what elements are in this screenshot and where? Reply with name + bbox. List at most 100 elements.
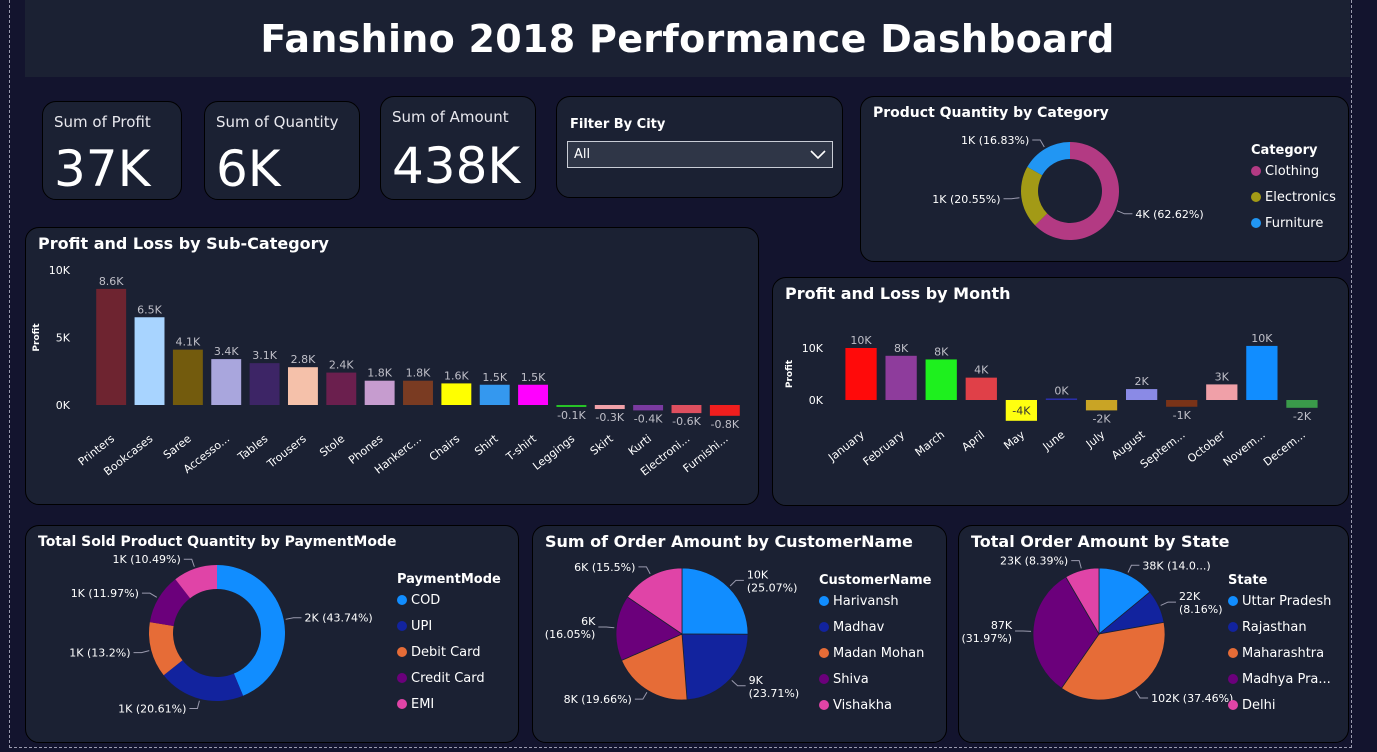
- leader-line: [1116, 210, 1133, 215]
- data-label: 10K (25.07%): [747, 568, 798, 594]
- kpi-card-amount[interactable]: Sum of Amount 438K: [380, 96, 536, 200]
- data-label: 0K: [1054, 384, 1069, 397]
- category-label: Septem...: [1138, 428, 1188, 471]
- legend-title: State: [1228, 573, 1268, 588]
- data-label: 4K: [974, 364, 989, 377]
- leader-line: [1032, 139, 1045, 148]
- legend-label: Madhav: [833, 619, 885, 635]
- leader-line: [183, 558, 195, 567]
- category-label: June: [1040, 428, 1068, 454]
- data-label: -0.4K: [634, 412, 663, 425]
- legend-item[interactable]: Furniture: [1251, 210, 1336, 236]
- y-tick-label: 5K: [56, 332, 71, 345]
- data-label: 23K (8.39%): [1000, 555, 1068, 568]
- chevron-down-icon: [810, 149, 826, 159]
- legend-item[interactable]: Electronics: [1251, 184, 1336, 210]
- data-label: 1K (11.97%): [71, 587, 139, 600]
- data-label: 8K: [894, 342, 909, 355]
- leader-line: [133, 650, 150, 654]
- kpi-card-profit[interactable]: Sum of Profit 37K: [42, 101, 182, 200]
- payment-chart-card: Total Sold Product Quantity by PaymentMo…: [25, 525, 519, 743]
- legend-label: COD: [411, 592, 441, 608]
- pie-slice: [163, 660, 244, 701]
- data-label: 10K: [850, 334, 872, 347]
- dashboard-header: Fanshino 2018 Performance Dashboard: [25, 0, 1350, 77]
- legend-item[interactable]: Uttar Pradesh: [1228, 588, 1331, 614]
- legend-dot: [819, 700, 829, 710]
- customer-legend: CustomerName Harivansh Madhav Madan Mohan Sh…: [819, 573, 931, 718]
- bar: [249, 363, 280, 405]
- category-label: Skirt: [588, 432, 616, 458]
- kpi-label: Sum of Profit: [54, 113, 151, 131]
- data-label: 4K (62.62%): [1135, 208, 1203, 221]
- data-label: 3.4K: [214, 345, 239, 358]
- bar: [287, 367, 318, 405]
- legend-item[interactable]: Vishakha: [819, 692, 931, 718]
- bar: [885, 355, 917, 400]
- legend-label: Harivansh: [833, 593, 899, 609]
- data-label: 2K: [1135, 375, 1150, 388]
- category-label: Saree: [161, 432, 194, 462]
- legend-item[interactable]: Shiva: [819, 666, 931, 692]
- bar: [556, 405, 587, 407]
- legend-item[interactable]: Maharashtra: [1228, 640, 1331, 666]
- legend-item[interactable]: UPI: [397, 613, 501, 639]
- legend-item[interactable]: Rajasthan: [1228, 614, 1331, 640]
- kpi-label: Sum of Quantity: [216, 113, 339, 131]
- bar: [594, 405, 625, 410]
- data-label: -0.6K: [672, 415, 701, 428]
- legend-label: Maharashtra: [1242, 645, 1325, 661]
- category-chart-card: Product Quantity by Category 4K (62.62%)…: [860, 96, 1349, 262]
- category-label: Novem...: [1221, 428, 1268, 469]
- bar: [633, 405, 664, 411]
- legend-item[interactable]: Madhav: [819, 614, 931, 640]
- data-label: 6K (15.5%): [574, 561, 635, 574]
- customer-chart-card: Sum of Order Amount by CustomerName 10K(…: [532, 525, 947, 743]
- legend-item[interactable]: Harivansh: [819, 588, 931, 614]
- leader-line: [1071, 560, 1082, 569]
- data-label: 102K (37.46%): [1151, 692, 1233, 705]
- legend-item[interactable]: Madan Mohan: [819, 640, 931, 666]
- filter-label: Filter By City: [570, 117, 666, 132]
- legend-title: PaymentMode: [397, 572, 501, 587]
- category-label: Decem...: [1261, 428, 1308, 469]
- legend-item[interactable]: Credit Card: [397, 665, 501, 691]
- legend-dot: [1251, 192, 1261, 202]
- data-label: 3K: [1215, 370, 1230, 383]
- data-label: 1K (13.2%): [69, 647, 130, 660]
- legend-item[interactable]: Clothing: [1251, 158, 1336, 184]
- legend-item[interactable]: EMI: [397, 691, 501, 717]
- legend-dot: [1251, 218, 1261, 228]
- data-label: 1K (16.83%): [961, 134, 1029, 147]
- leader-line: [1135, 690, 1149, 699]
- data-label: 6K (16.05%): [545, 615, 596, 641]
- legend-item[interactable]: Debit Card: [397, 639, 501, 665]
- page-title: Fanshino 2018 Performance Dashboard: [260, 16, 1115, 61]
- legend-item[interactable]: Madhya Pra...: [1228, 666, 1331, 692]
- bar: [845, 348, 877, 400]
- legend-dot: [1228, 596, 1238, 606]
- subcategory-bar-chart: Profit10K5K0K8.6KPrinters6.5KBookcases4.…: [32, 264, 740, 478]
- legend-title: Category: [1251, 143, 1318, 158]
- leader-line: [1003, 197, 1020, 200]
- bar: [1206, 384, 1238, 400]
- leader-line: [638, 566, 651, 575]
- city-filter-dropdown[interactable]: All: [567, 141, 833, 168]
- legend-label: EMI: [411, 696, 435, 712]
- category-label: July: [1083, 428, 1108, 451]
- bar: [441, 383, 472, 405]
- legend-dot: [1251, 166, 1261, 176]
- leader-line: [729, 579, 744, 587]
- kpi-card-quantity[interactable]: Sum of Quantity 6K: [204, 101, 360, 200]
- bar: [1045, 398, 1078, 400]
- pie-slice: [1027, 142, 1070, 176]
- data-label: 6.5K: [137, 303, 162, 316]
- legend-item[interactable]: COD: [397, 587, 501, 613]
- category-label: April: [959, 428, 987, 454]
- data-label: 1K (20.55%): [932, 193, 1000, 206]
- data-label: 2.8K: [291, 353, 316, 366]
- city-filter-value: All: [574, 147, 591, 162]
- legend-item[interactable]: Delhi: [1228, 692, 1331, 718]
- legend-label: Uttar Pradesh: [1242, 593, 1332, 609]
- data-label: 8K (19.66%): [564, 693, 632, 706]
